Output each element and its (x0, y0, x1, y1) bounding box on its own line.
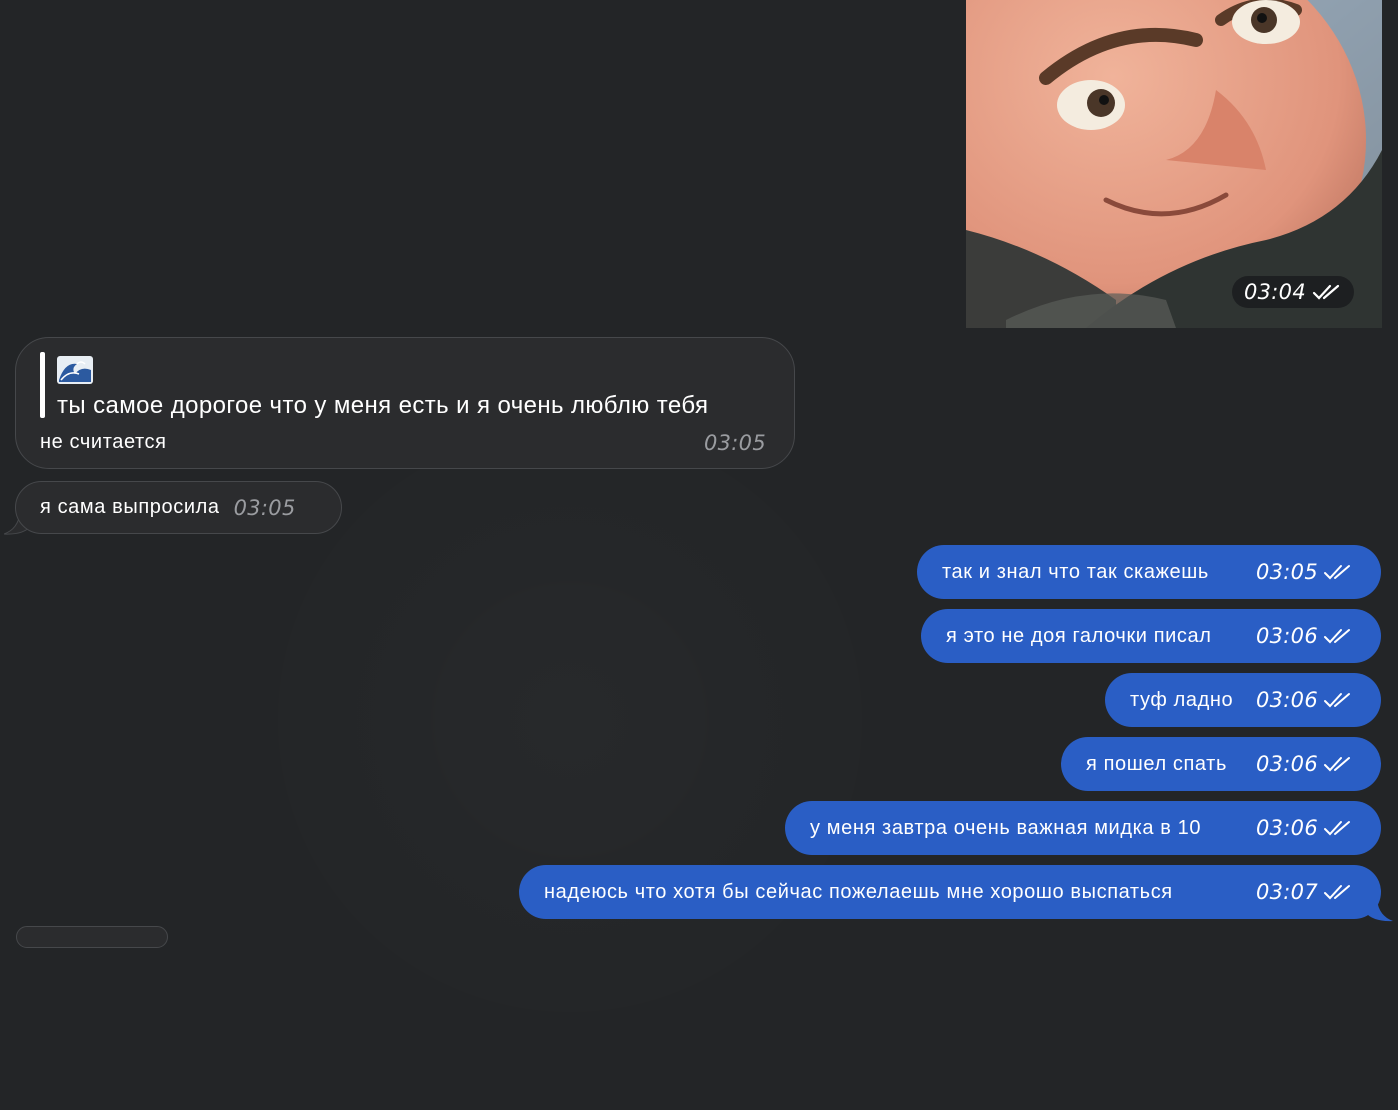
message-time: 03:05 (1255, 560, 1318, 584)
message-text: не считается (40, 431, 167, 453)
message-time: 03:06 (1255, 624, 1318, 648)
wave-emoji-icon (57, 356, 93, 384)
incoming-message[interactable]: я сама выпросила 03:05 (15, 481, 342, 534)
double-check-icon (1324, 565, 1350, 580)
double-check-icon (1324, 821, 1350, 836)
double-check-icon (1324, 757, 1350, 772)
quoted-text: ты самое дорогое что у меня есть и я оче… (57, 392, 709, 419)
next-incoming-message[interactable] (16, 926, 168, 948)
message-text: надеюсь что хотя бы сейчас пожелаешь мне… (544, 880, 1173, 903)
double-check-icon (1324, 693, 1350, 708)
message-text: туф ладно (1130, 688, 1234, 711)
message-time: 03:05 (703, 431, 766, 455)
outgoing-message[interactable]: туф ладно 03:06 (1105, 673, 1381, 727)
double-check-icon (1324, 885, 1350, 900)
message-text: у меня завтра очень важная мидка в 10 (810, 816, 1202, 839)
double-check-icon (1324, 629, 1350, 644)
outgoing-message[interactable]: надеюсь что хотя бы сейчас пожелаешь мне… (519, 865, 1381, 919)
outgoing-message[interactable]: так и знал что так скажешь 03:05 (917, 545, 1381, 599)
message-time: 03:06 (1255, 816, 1318, 840)
outgoing-message[interactable]: я это не доя галочки писал 03:06 (921, 609, 1381, 663)
double-check-icon (1312, 284, 1340, 300)
photo-time-text: 03:04 (1243, 280, 1306, 304)
quote-bar (40, 352, 45, 418)
message-time: 03:07 (1255, 880, 1318, 904)
message-time: 03:06 (1255, 688, 1318, 712)
outgoing-message[interactable]: я пошел спать 03:06 (1061, 737, 1381, 791)
incoming-reply-message[interactable]: ты самое дорогое что у меня есть и я оче… (15, 337, 795, 469)
photo-message[interactable]: 03:04 (966, 0, 1382, 328)
message-text: так и знал что так скажешь (942, 560, 1209, 583)
outgoing-message[interactable]: у меня завтра очень важная мидка в 10 03… (785, 801, 1381, 855)
message-time: 03:06 (1255, 752, 1318, 776)
message-text: я сама выпросила (40, 496, 220, 518)
message-text: я пошел спать (1086, 752, 1227, 775)
message-time: 03:05 (233, 495, 296, 520)
message-text: я это не доя галочки писал (946, 624, 1212, 647)
photo-timestamp: 03:04 (1231, 276, 1354, 308)
